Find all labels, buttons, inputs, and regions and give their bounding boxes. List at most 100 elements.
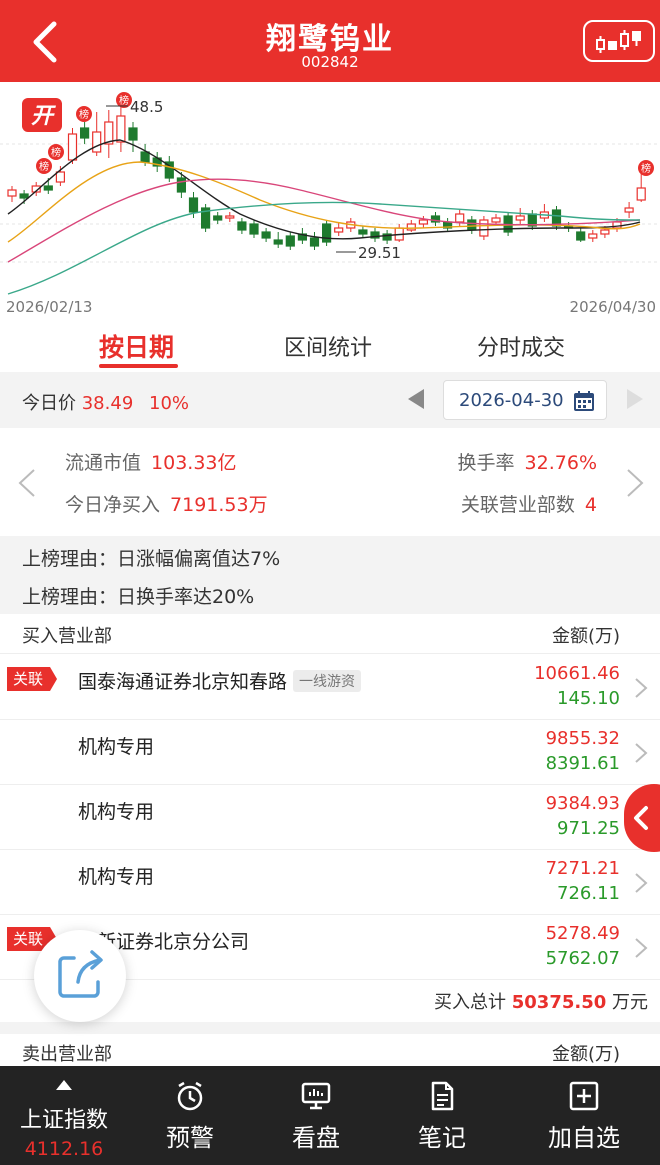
sell-amount: 726.11 (557, 883, 620, 904)
candle-body (225, 215, 235, 219)
candle-body (116, 115, 126, 143)
nav-notes[interactable]: 笔记 (376, 1066, 508, 1165)
candle-body (576, 231, 586, 241)
calendar-icon (574, 391, 594, 411)
chevron-right-icon (635, 938, 648, 958)
candle-body (624, 207, 634, 213)
side-panel-toggle[interactable] (624, 784, 660, 852)
nav-watch[interactable]: 看盘 (250, 1066, 382, 1165)
tab-by-date[interactable]: 按日期 (99, 328, 174, 364)
kline-switch-button[interactable] (583, 20, 655, 62)
chevron-left-icon[interactable] (16, 468, 38, 498)
nav-add-watchlist[interactable]: 加自选 (518, 1066, 650, 1165)
sell-amount: 8391.61 (545, 753, 620, 774)
float-cap-label: 流通市值 (65, 452, 142, 474)
prev-date-arrow-icon[interactable] (408, 389, 424, 409)
next-date-arrow-icon[interactable] (627, 389, 643, 409)
open-badge-text: 开 (31, 104, 56, 129)
candle-body (418, 219, 428, 225)
index-ticker[interactable]: 上证指数 4112.16 (0, 1066, 128, 1165)
date-picker[interactable]: 2026-04-30 (443, 380, 607, 420)
chevron-right-icon[interactable] (624, 468, 646, 498)
ma20-line (7, 178, 641, 263)
kline-chart[interactable]: 开榜榜榜榜榜 48.5 29.51 2026/02/13 2026/04/30 (0, 82, 660, 320)
header: 翔鹭钨业 002842 (0, 0, 660, 82)
tab-tick-trades[interactable]: 分时成交 (477, 330, 565, 362)
nav-watch-label: 看盘 (292, 1124, 340, 1152)
branch-row[interactable]: 机构专用 9855.32 8391.61 (0, 720, 660, 785)
float-cap-value: 103.33亿 (151, 452, 237, 474)
rank-badge-text: 榜 (79, 108, 89, 121)
candle-body (455, 213, 465, 223)
buy-amount: 10661.46 (534, 663, 620, 684)
listing-reason: 上榜理由：日换手率达20% (22, 586, 255, 608)
branch-row[interactable]: 关联 国泰海通证券北京知春路 一线游资 10661.46 145.10 (0, 655, 660, 720)
tab-range-stats[interactable]: 区间统计 (284, 330, 372, 362)
candle-body (515, 215, 525, 221)
alarm-clock-icon (177, 1081, 203, 1111)
bottom-nav: 上证指数 4112.16 预警 看盘 笔记 加自选 (0, 1066, 660, 1165)
sell-section-header: 卖出营业部 金额(万) (0, 1034, 660, 1066)
index-name: 上证指数 (19, 1108, 108, 1133)
branch-row[interactable]: 机构专用 9384.93 971.25 (0, 785, 660, 850)
candle-body (636, 187, 646, 201)
buy-amount: 5278.49 (545, 923, 620, 944)
add-square-icon (569, 1081, 599, 1111)
nav-add-watchlist-label: 加自选 (548, 1124, 620, 1152)
trader-badge: 一线游资 (293, 670, 362, 692)
stats-panel: 流通市值 103.33亿 换手率 32.76% 今日净买入 7191.53万 关联营业… (0, 428, 660, 536)
buy-amount: 7271.21 (545, 858, 620, 879)
today-price-change: 10% (149, 393, 190, 414)
tab-active-indicator (99, 364, 178, 368)
date-bar: 今日价 38.49 10% 2026-04-30 (0, 372, 660, 428)
today-price-label: 今日价 (22, 393, 76, 414)
net-buy-label: 今日净买入 (65, 494, 161, 516)
today-price: 今日价 38.49 10% (22, 389, 189, 415)
related-tag: 关联 (7, 667, 58, 691)
candle-body (7, 189, 17, 197)
float-cap: 流通市值 103.33亿 (65, 448, 237, 475)
buy-amount: 9855.32 (545, 728, 620, 749)
nav-alert[interactable]: 预警 (124, 1066, 256, 1165)
sell-amount-header: 金额(万) (551, 1044, 620, 1065)
candlestick-icon (596, 30, 641, 53)
buy-total-value: 50375.50 (511, 992, 607, 1013)
candle-body (43, 185, 53, 191)
buy-total-label: 买入总计 (434, 992, 507, 1013)
buy-amount: 9384.93 (545, 793, 620, 814)
rank-badge-text: 榜 (39, 160, 49, 173)
candle-body (334, 227, 344, 233)
candle-body (491, 217, 501, 223)
low-label: 29.51 (358, 244, 401, 262)
branch-name: 机构专用 (78, 866, 155, 888)
rank-badge-text: 榜 (641, 162, 651, 175)
listing-reason: 上榜理由：日涨幅偏离值达7% (22, 548, 281, 570)
nav-alert-label: 预警 (166, 1124, 214, 1152)
branch-name: 机构专用 (78, 736, 155, 758)
candle-body (79, 127, 90, 139)
index-value: 4112.16 (24, 1138, 104, 1160)
candle-body (479, 219, 489, 237)
date-value: 2026-04-30 (459, 390, 564, 411)
chevron-right-icon (635, 873, 648, 893)
share-button[interactable] (34, 930, 126, 1022)
stock-name: 翔鹭钨业 (266, 22, 394, 57)
branch-name: 机构专用 (78, 801, 155, 823)
candle-body (273, 239, 283, 245)
rank-badge-text: 榜 (51, 146, 61, 159)
buy-total-unit: 万元 (612, 992, 648, 1013)
today-price-value: 38.49 (81, 393, 134, 414)
buy-section-header: 买入营业部 金额(万) (0, 614, 660, 654)
candle-body (140, 151, 150, 163)
kline-chart-svg: 开榜榜榜榜 榜48.529.512026/02/13 2026/04/30 (0, 92, 660, 316)
branch-name: 国泰海通证券北京知春路 一线游资 (78, 667, 362, 694)
branch-count: 关联营业部数 4 (461, 490, 597, 517)
candle-body (67, 133, 78, 161)
branch-row[interactable]: 机构专用 7271.21 726.11 (0, 850, 660, 915)
turnover-value: 32.76% (524, 452, 597, 474)
high-label: 48.5 (130, 98, 163, 116)
share-icon (58, 950, 103, 998)
candle-body (19, 193, 29, 199)
candle-body (588, 233, 598, 239)
candle-body (358, 229, 368, 235)
